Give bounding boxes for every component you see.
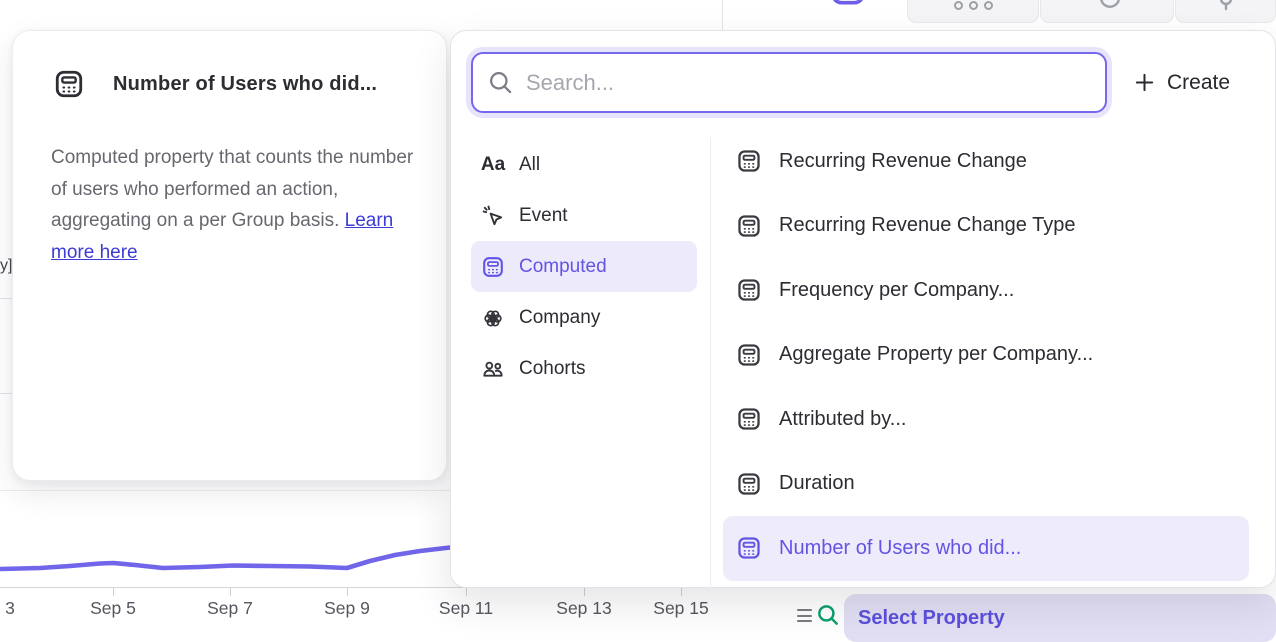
calculator-icon (736, 406, 762, 432)
property-tooltip-panel: Number of Users who did... Computed prop… (12, 30, 447, 481)
x-axis-tick (466, 587, 467, 596)
property-picker-dropdown: Create Aa All Event (450, 30, 1276, 588)
x-axis-label: Sep 9 (324, 598, 370, 619)
property-row-selected[interactable]: Number of Users who did... (723, 516, 1249, 581)
search-icon (487, 69, 514, 96)
calculator-icon (736, 148, 762, 174)
report-tab[interactable] (1175, 0, 1276, 23)
calculator-icon (828, 0, 868, 8)
category-company[interactable]: Company (471, 292, 697, 343)
x-axis-label: Sep 5 (90, 598, 136, 619)
x-axis-label: Sep 7 (207, 598, 253, 619)
x-axis-label: Sep 11 (439, 598, 493, 619)
property-search-icon[interactable] (815, 602, 841, 628)
report-tab-active[interactable] (790, 0, 906, 30)
metric-line-chart (0, 535, 460, 595)
select-property-label: Select Property (858, 607, 1005, 630)
category-event[interactable]: Event (471, 190, 697, 241)
category-cohorts[interactable]: Cohorts (471, 343, 697, 394)
search-box (471, 52, 1107, 113)
category-computed[interactable]: Computed (471, 241, 697, 292)
x-axis-label: Sep 3 (0, 598, 15, 619)
tooltip-title: Number of Users who did... (113, 73, 377, 96)
x-axis-tick (113, 587, 114, 596)
x-axis-tick (347, 587, 348, 596)
calculator-icon (481, 255, 505, 279)
loop-icon (1090, 0, 1124, 15)
calculator-icon (736, 342, 762, 368)
calculator-icon (736, 471, 762, 497)
property-row[interactable]: Recurring Revenue Change (723, 129, 1249, 194)
category-list: Aa All Event (471, 139, 697, 394)
chart-card-divider (0, 490, 450, 491)
x-axis-tick (681, 587, 682, 596)
cursor-click-icon (481, 204, 505, 228)
report-tab[interactable] (907, 0, 1039, 23)
cluster-icon (481, 306, 505, 330)
card-edge-divider (722, 0, 723, 30)
clipped-left-text: y] (0, 257, 12, 275)
select-property-field[interactable]: Select Property (844, 594, 1276, 642)
property-list: Recurring Revenue Change Recurring Reven… (723, 129, 1249, 581)
pin-icon (1216, 0, 1236, 15)
property-row[interactable]: Attributed by... (723, 387, 1249, 452)
x-axis-tick (584, 587, 585, 596)
property-row[interactable]: Duration (723, 452, 1249, 517)
drag-handle-icon[interactable] (797, 609, 813, 626)
calculator-icon (736, 213, 762, 239)
create-button[interactable]: Create (1133, 52, 1230, 113)
property-row[interactable]: Aggregate Property per Company... (723, 323, 1249, 388)
text-format-icon: Aa (481, 153, 505, 177)
calculator-icon (53, 68, 85, 100)
x-axis-tick (230, 587, 231, 596)
create-button-label: Create (1167, 71, 1230, 95)
report-tab[interactable] (1040, 0, 1174, 23)
query-builder-row: Select Property (788, 588, 1276, 642)
revenue-line (0, 547, 460, 569)
calculator-icon (736, 535, 762, 561)
calculator-icon (736, 277, 762, 303)
plus-icon (1133, 71, 1156, 94)
property-row[interactable]: Recurring Revenue Change Type (723, 194, 1249, 259)
tooltip-description: Computed property that counts the number… (51, 142, 423, 268)
search-input[interactable] (514, 70, 1105, 96)
property-row[interactable]: Frequency per Company... (723, 258, 1249, 323)
x-axis-label: Sep 15 (653, 598, 708, 619)
x-axis-label: Sep 13 (556, 598, 611, 619)
column-divider (710, 137, 711, 589)
dots-icon (954, 1, 993, 10)
people-icon (481, 357, 505, 381)
category-all[interactable]: Aa All (471, 139, 697, 190)
